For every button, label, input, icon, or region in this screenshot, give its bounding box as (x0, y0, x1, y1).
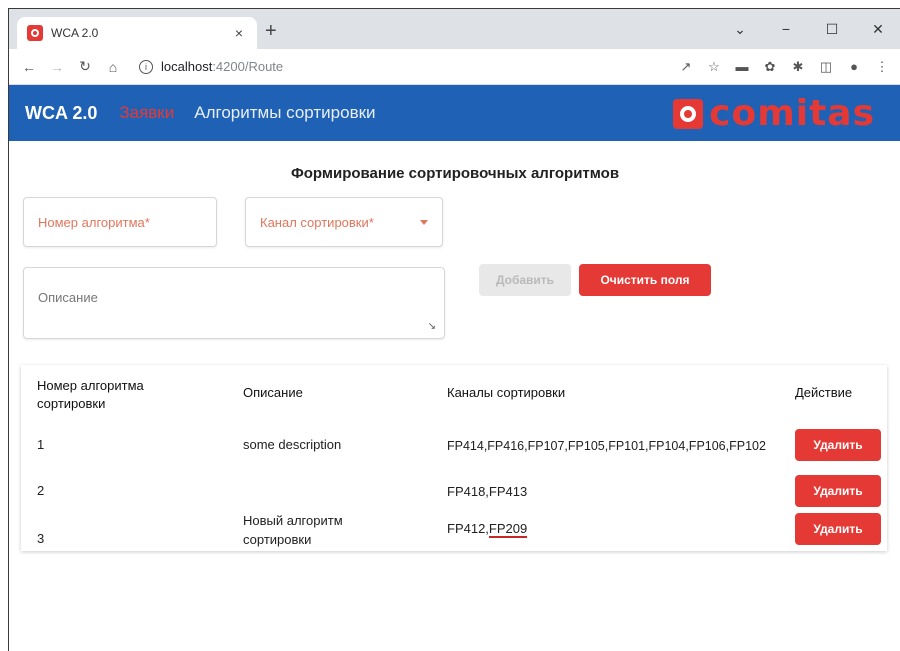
dropdown-caret-icon (420, 219, 428, 225)
row3-description: Новый алгоритм сортировки (243, 511, 343, 549)
description-placeholder: Описание (38, 290, 98, 305)
forward-arrow-icon[interactable]: → (45, 55, 69, 79)
window-controls: ⌄ − ☐ ✕ (717, 17, 900, 41)
column-header-action: Действие (795, 385, 853, 400)
logo-mark-icon (673, 98, 704, 129)
minimize-button[interactable]: − (763, 17, 809, 41)
address-bar[interactable]: i localhost:4200/Route (129, 53, 669, 81)
profile-icon[interactable]: ● (843, 56, 865, 78)
delete-button[interactable]: Удалить (795, 513, 881, 545)
row3-channels-part1: FP412, (447, 521, 489, 536)
menu-kebab-icon[interactable]: ⋮ (871, 56, 893, 78)
extension-flower-icon[interactable]: ✿ (759, 56, 781, 78)
row2-number: 2 (37, 483, 45, 498)
column-header-number-line2: сортировки (37, 396, 106, 411)
column-header-channels: Каналы сортировки (447, 385, 566, 400)
row1-number: 1 (37, 437, 45, 452)
tab-strip: WCA 2.0 × + ⌄ − ☐ ✕ (9, 9, 900, 49)
url-host: localhost (161, 59, 213, 74)
close-tab-icon[interactable]: × (231, 25, 247, 41)
algorithms-table: Номер алгоритма сортировки Описание Кана… (21, 365, 887, 551)
browser-tab[interactable]: WCA 2.0 × (17, 17, 257, 49)
resize-handle-icon[interactable]: ↘ (428, 321, 436, 332)
row3-channels-part2: FP209 (488, 521, 528, 538)
page-title: Формирование сортировочных алгоритмов (290, 165, 620, 182)
site-info-icon[interactable]: i (139, 59, 153, 74)
extensions-puzzle-icon[interactable]: ✱ (787, 56, 809, 78)
new-tab-button[interactable]: + (265, 21, 277, 41)
tab-title: WCA 2.0 (51, 26, 99, 40)
app-header: WCA 2.0 Заявки Алгоритмы сортировки comi… (9, 85, 900, 141)
row1-description: some description (243, 437, 342, 452)
clear-fields-button[interactable]: Очистить поля (579, 264, 711, 296)
row3-channels: FP412,FP209 (447, 521, 528, 538)
back-arrow-icon[interactable]: ← (17, 55, 41, 79)
extension-icon[interactable]: ▬ (731, 56, 753, 78)
algorithm-number-placeholder: Номер алгоритма* (38, 214, 150, 230)
bookmark-star-icon[interactable]: ☆ (703, 56, 725, 78)
browser-toolbar: ← → ↻ ⌂ i localhost:4200/Route ↗ ☆ ▬ ✿ ✱… (9, 49, 900, 85)
sort-channel-placeholder: Канал сортировки* (260, 214, 374, 230)
row3-number: 3 (37, 531, 45, 546)
nav-sort-algorithms[interactable]: Алгоритмы сортировки (194, 103, 375, 123)
browser-window: WCA 2.0 × + ⌄ − ☐ ✕ ← → ↻ ⌂ i localhost:… (8, 8, 900, 651)
row3-description-line1: Новый алгоритм (243, 513, 343, 528)
delete-button[interactable]: Удалить (795, 429, 881, 461)
app-favicon-icon (27, 25, 43, 41)
add-button[interactable]: Добавить (479, 264, 571, 296)
comitas-logo: comitas (673, 93, 875, 134)
row3-description-line2: сортировки (243, 532, 312, 547)
description-textarea[interactable]: Описание ↘ (23, 267, 445, 339)
column-header-number-line1: Номер алгоритма (37, 378, 144, 393)
logo-text: comitas (709, 93, 875, 134)
reload-icon[interactable]: ↻ (73, 55, 97, 79)
column-header-description: Описание (243, 385, 303, 400)
column-header-number: Номер алгоритма сортировки (37, 377, 144, 413)
tab-search-chevron-icon[interactable]: ⌄ (717, 17, 763, 41)
app-title[interactable]: WCA 2.0 (25, 103, 97, 124)
close-window-button[interactable]: ✕ (855, 17, 900, 41)
side-panel-icon[interactable]: ◫ (815, 56, 837, 78)
url-path: :4200/Route (212, 59, 284, 74)
row2-channels: FP418,FP413 (447, 484, 528, 499)
share-icon[interactable]: ↗ (675, 56, 697, 78)
home-icon[interactable]: ⌂ (101, 55, 125, 79)
sort-channel-select[interactable]: Канал сортировки* (245, 197, 443, 247)
row1-channels: FP414,FP416,FP107,FP105,FP101,FP104,FP10… (447, 439, 766, 453)
algorithm-number-field[interactable]: Номер алгоритма* (23, 197, 217, 247)
delete-button[interactable]: Удалить (795, 475, 881, 507)
maximize-button[interactable]: ☐ (809, 17, 855, 41)
nav-requests[interactable]: Заявки (119, 103, 174, 123)
